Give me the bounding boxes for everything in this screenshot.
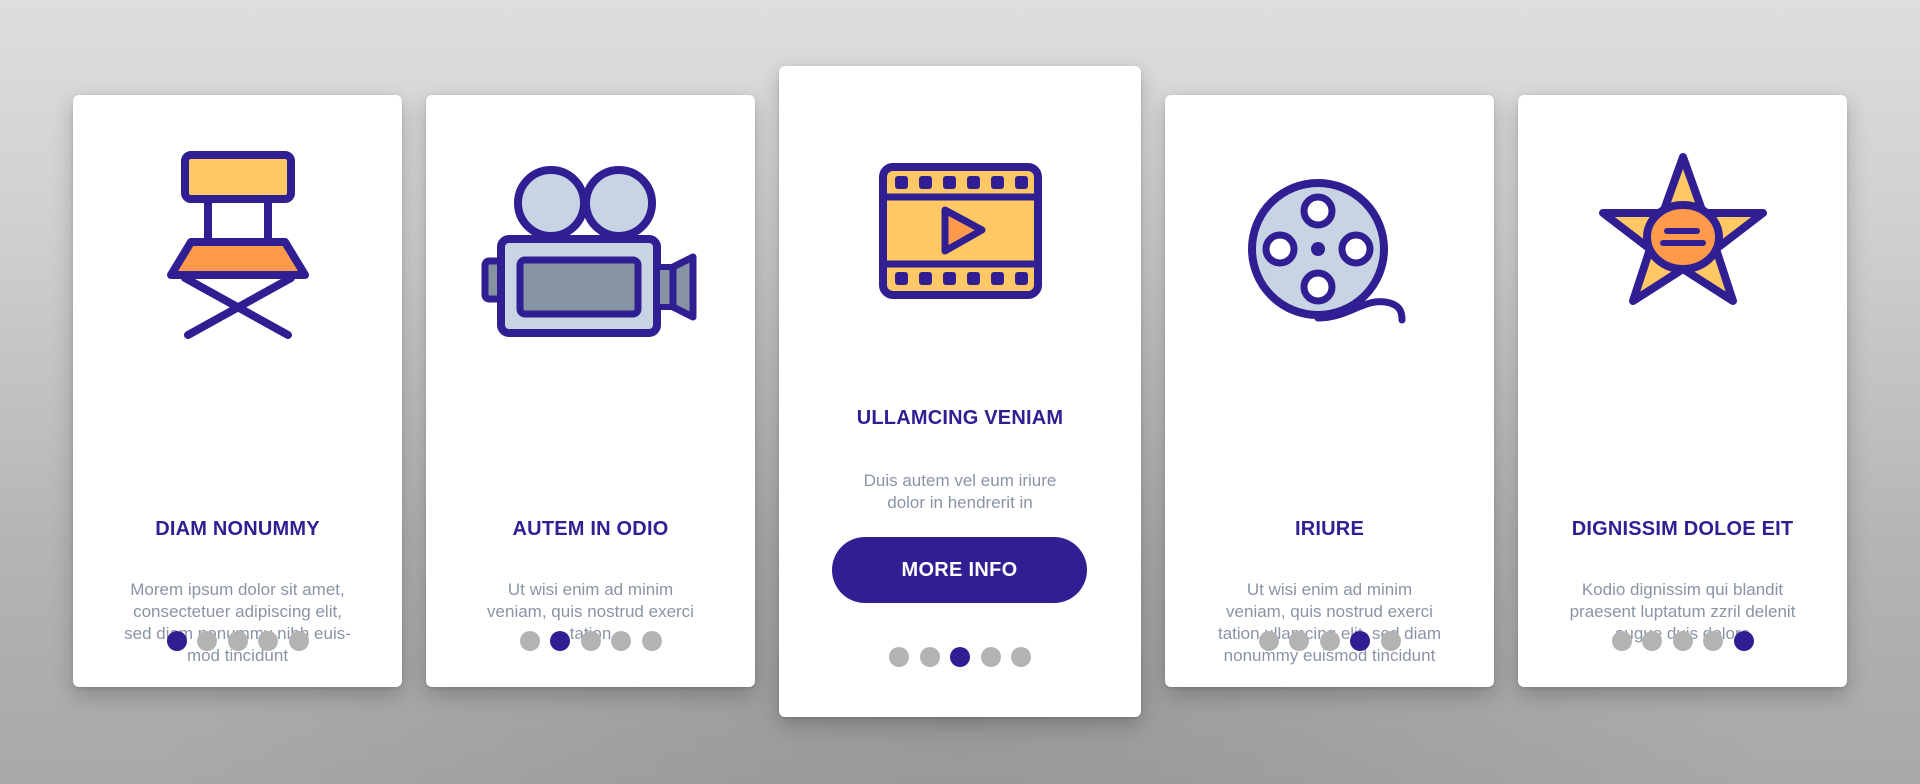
pagination-dot[interactable] bbox=[197, 631, 217, 651]
description-line: Morem ipsum dolor sit amet, bbox=[130, 580, 345, 599]
film-strip-play-icon bbox=[779, 162, 1141, 300]
description-line: Ut wisi enim ad minim bbox=[1246, 580, 1413, 599]
pagination-dot-active[interactable] bbox=[550, 631, 570, 651]
pagination-dot[interactable] bbox=[1672, 631, 1693, 651]
pagination-dot[interactable] bbox=[1011, 647, 1031, 667]
pagination-dots bbox=[1165, 631, 1494, 651]
pagination-dot-active[interactable] bbox=[1733, 631, 1754, 651]
pagination-dot[interactable] bbox=[1703, 631, 1723, 651]
pagination-dot[interactable] bbox=[258, 631, 278, 651]
pagination-dot[interactable] bbox=[288, 631, 309, 651]
pagination-dot[interactable] bbox=[519, 631, 540, 651]
onboarding-card-5: DIGNISSIM DOLOE EIT Kodio dignissim qui … bbox=[1518, 95, 1847, 687]
card-description: Morem ipsum dolor sit amet, consectetuer… bbox=[103, 579, 372, 667]
card-description: Duis autem vel eum iriure dolor in hendr… bbox=[809, 470, 1111, 514]
pagination-dot[interactable] bbox=[1258, 631, 1279, 651]
pagination-dot[interactable] bbox=[641, 631, 662, 651]
onboarding-card-3: ULLAMCING VENIAM Duis autem vel eum iriu… bbox=[779, 66, 1141, 717]
pagination-dot[interactable] bbox=[980, 647, 1001, 667]
description-line: Kodio dignissim qui blandit bbox=[1581, 580, 1784, 599]
description-line: praesent luptatum zzril delenit bbox=[1569, 602, 1796, 621]
description-line: veniam, quis nostrud exerci bbox=[1226, 602, 1433, 621]
description-line: Duis autem vel eum iriure bbox=[863, 471, 1057, 490]
onboarding-card-2: AUTEM IN ODIO Ut wisi enim ad minim veni… bbox=[426, 95, 755, 687]
pagination-dot[interactable] bbox=[1380, 631, 1401, 651]
pagination-dot-active[interactable] bbox=[166, 631, 187, 651]
pagination-dot[interactable] bbox=[1289, 631, 1309, 651]
directors-chair-icon bbox=[73, 150, 402, 350]
pagination-dot[interactable] bbox=[1611, 631, 1632, 651]
pagination-dot[interactable] bbox=[1319, 631, 1340, 651]
pagination-dot-active[interactable] bbox=[1350, 631, 1370, 651]
pagination-dot[interactable] bbox=[889, 647, 909, 667]
film-reel-icon bbox=[1165, 178, 1494, 328]
pagination-dot[interactable] bbox=[1642, 631, 1662, 651]
pagination-dots bbox=[73, 631, 402, 651]
pagination-dot[interactable] bbox=[227, 631, 248, 651]
card-title: DIAM NONUMMY bbox=[155, 518, 320, 540]
pagination-dot[interactable] bbox=[919, 647, 940, 667]
pagination-dot-active[interactable] bbox=[950, 647, 970, 667]
card-title: ULLAMCING VENIAM bbox=[856, 407, 1064, 429]
star-badge-icon bbox=[1518, 151, 1847, 306]
card-title: IRIURE bbox=[1295, 518, 1364, 540]
pagination-dot[interactable] bbox=[611, 631, 631, 651]
pagination-dots bbox=[1518, 631, 1847, 651]
movie-camera-icon bbox=[426, 163, 755, 338]
card-title: DIGNISSIM DOLOE EIT bbox=[1571, 518, 1794, 540]
card-title: AUTEM IN ODIO bbox=[512, 518, 669, 540]
description-line: Ut wisi enim ad minim bbox=[507, 580, 674, 599]
pagination-dot[interactable] bbox=[580, 631, 601, 651]
card-description: Ut wisi enim ad minim veniam, quis nostr… bbox=[1195, 579, 1464, 667]
pagination-dots bbox=[779, 647, 1141, 667]
description-line: consectetuer adipiscing elit, bbox=[133, 602, 342, 621]
onboarding-card-1: DIAM NONUMMY Morem ipsum dolor sit amet,… bbox=[73, 95, 402, 687]
more-info-button[interactable]: MORE INFO bbox=[832, 537, 1087, 603]
description-line: veniam, quis nostrud exerci bbox=[487, 602, 694, 621]
description-line: dolor in hendrerit in bbox=[887, 493, 1033, 512]
pagination-dots bbox=[426, 631, 755, 651]
onboarding-card-4: IRIURE Ut wisi enim ad minim veniam, qui… bbox=[1165, 95, 1494, 687]
